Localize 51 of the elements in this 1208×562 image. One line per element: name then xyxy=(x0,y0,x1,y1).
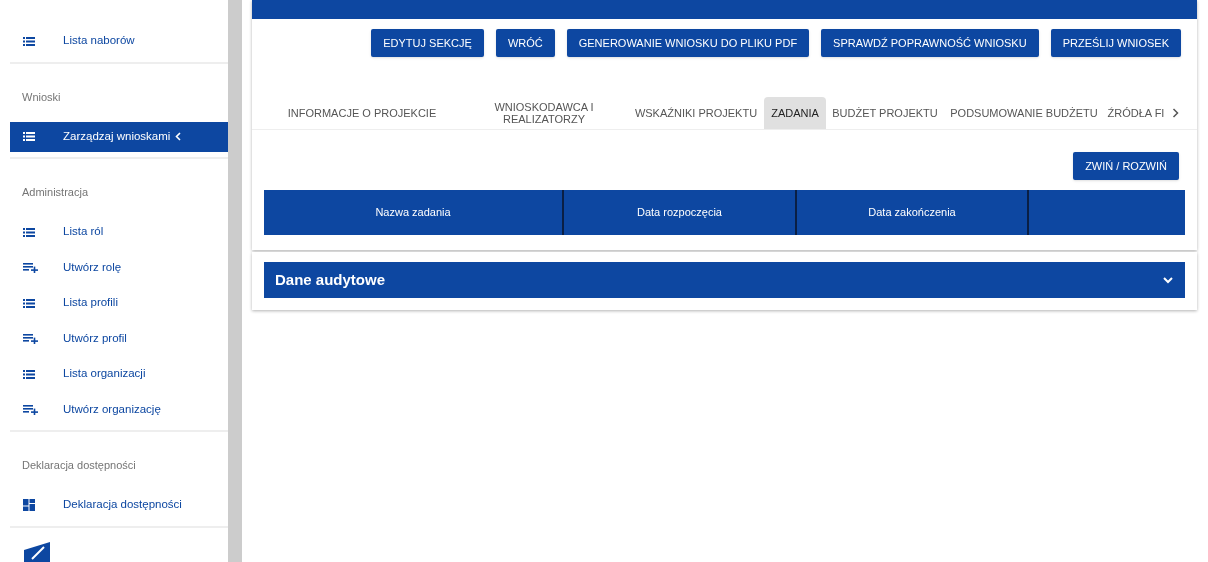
tab[interactable]: PODSUMOWANIE BUDŻETU xyxy=(944,97,1104,129)
chevron-icon xyxy=(1162,276,1174,284)
list-icon xyxy=(23,298,35,308)
sidebar-item[interactable]: Lista profili xyxy=(10,288,228,318)
collapse-expand-button[interactable]: ZWIŃ / ROZWIŃ xyxy=(1073,152,1179,180)
tab[interactable]: INFORMACJE O PROJEKCIE xyxy=(264,97,460,129)
item-label: Lista ról xyxy=(63,224,104,240)
sidebar-item[interactable]: Deklaracja dostępności xyxy=(10,490,228,520)
sidebar-item[interactable]: Utwórz profil xyxy=(10,323,228,354)
tab[interactable]: ŹRÓDŁA FI xyxy=(1104,97,1168,129)
tab[interactable]: ZADANIA xyxy=(764,97,826,129)
item-label: Lista naborów xyxy=(63,33,135,49)
list-icon xyxy=(23,369,35,379)
sidebar-item[interactable]: Lista naborów xyxy=(10,26,228,56)
item-label: Zarządzaj wnioskami xyxy=(63,128,171,144)
list-icon xyxy=(23,132,35,141)
section-header: Wnioski xyxy=(22,90,61,103)
playlist-add-icon xyxy=(23,333,38,344)
action-button[interactable]: EDYTUJ SEKCJĘ xyxy=(371,29,484,57)
item-label: Utwórz profil xyxy=(63,330,127,346)
scroll-right-icon[interactable] xyxy=(1172,108,1179,118)
playlist-add-icon xyxy=(23,262,38,273)
item-label: Utwórz rolę xyxy=(63,259,122,275)
sidebar-item[interactable]: Utwórz rolę xyxy=(10,252,228,283)
action-button[interactable]: GENEROWANIE WNIOSKU DO PLIKU PDF xyxy=(566,29,810,57)
scrollbar[interactable] xyxy=(228,0,242,562)
audit-panel-header[interactable]: Dane audytowe xyxy=(264,262,1185,298)
column-header: Data rozpoczęcia xyxy=(637,205,722,221)
tab[interactable]: WNIOSKODAWCA I REALIZATORZY xyxy=(460,97,628,129)
sidebar-item[interactable]: Utwórz organizację xyxy=(10,394,228,425)
sidebar-item[interactable]: Lista organizacji xyxy=(10,359,228,389)
action-button[interactable]: SPRAWDŹ POPRAWNOŚĆ WNIOSKU xyxy=(821,29,1039,57)
section-header: Deklaracja dostępności xyxy=(22,459,136,471)
item-label: Deklaracja dostępności xyxy=(63,497,182,513)
dashboard-icon xyxy=(23,499,35,511)
item-label: Utwórz organizację xyxy=(63,401,161,417)
column-header: Nazwa zadania xyxy=(375,205,451,221)
sidebar-item[interactable]: Zarządzaj wnioskami xyxy=(10,121,228,152)
action-button[interactable]: PRZEŚLIJ WNIOSEK xyxy=(1050,29,1181,57)
tab[interactable]: BUDŻET PROJEKTU xyxy=(826,97,944,129)
item-label: Lista organizacji xyxy=(63,366,146,382)
column-header: Data zakończenia xyxy=(868,205,956,221)
list-icon xyxy=(23,227,35,237)
action-button[interactable]: WRÓĆ xyxy=(495,29,555,57)
list-icon xyxy=(23,36,35,46)
playlist-add-icon xyxy=(23,404,38,415)
item-label: Lista profili xyxy=(63,295,118,311)
panel-title: Dane audytowe xyxy=(275,269,386,290)
sidebar-item[interactable]: Lista ról xyxy=(10,217,228,247)
section-header: Administracja xyxy=(22,186,89,198)
tab[interactable]: WSKAŹNIKI PROJEKTU xyxy=(628,97,764,129)
